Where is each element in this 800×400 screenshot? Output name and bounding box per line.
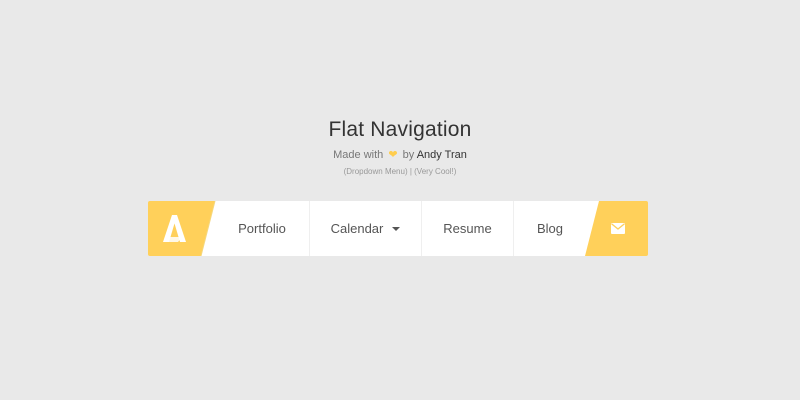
logo-a-icon bbox=[163, 215, 186, 242]
nav-item-calendar[interactable]: Calendar bbox=[310, 201, 422, 256]
page-title: Flat Navigation bbox=[328, 118, 472, 141]
heart-icon: ❤ bbox=[388, 149, 398, 161]
made-with-text: Made with bbox=[333, 149, 384, 161]
page-note: (Dropdown Menu) | (Very Cool!) bbox=[343, 167, 457, 176]
nav-item-label: Resume bbox=[443, 221, 492, 236]
mail-button[interactable] bbox=[588, 201, 648, 256]
page-subtitle: Made with ❤ by Andy Tran bbox=[0, 147, 800, 163]
brand-logo[interactable] bbox=[148, 201, 214, 256]
nav-item-label: Calendar bbox=[330, 221, 384, 236]
nav-item-blog[interactable]: Blog bbox=[514, 201, 586, 256]
author-link[interactable]: Andy Tran bbox=[417, 149, 467, 161]
envelope-icon bbox=[611, 223, 625, 234]
by-text: by bbox=[402, 149, 415, 161]
page-header: Flat Navigation Made with ❤ by Andy Tran… bbox=[0, 116, 800, 178]
nav-item-label: Blog bbox=[536, 221, 564, 236]
nav-item-label: Portfolio bbox=[238, 221, 286, 236]
nav-menu: Portfolio Calendar Resume Blog bbox=[215, 201, 586, 256]
nav-item-portfolio[interactable]: Portfolio bbox=[215, 201, 310, 256]
flat-navigation-bar: Portfolio Calendar Resume Blog bbox=[148, 201, 648, 256]
caret-down-icon bbox=[392, 227, 401, 231]
nav-item-resume[interactable]: Resume bbox=[422, 201, 514, 256]
